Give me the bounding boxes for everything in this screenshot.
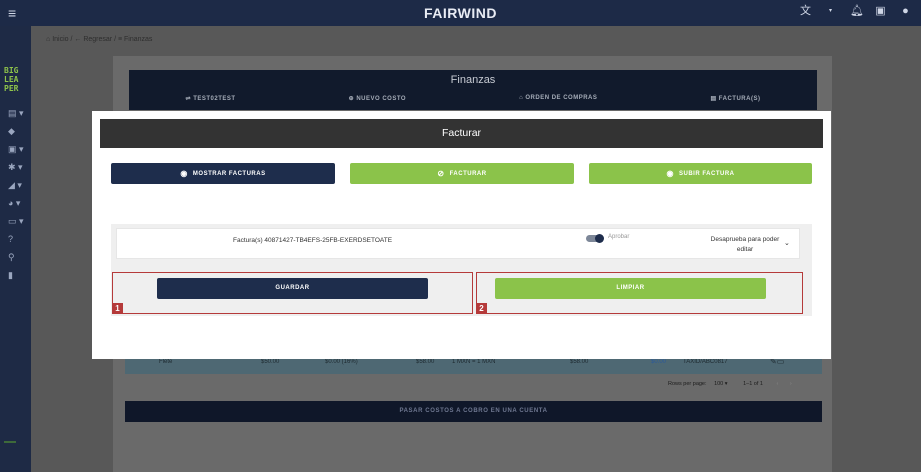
bell-icon[interactable]: 🔔︎	[850, 6, 864, 17]
tab-orden-de-compras[interactable]: ⌂ ORDEN DE COMPRAS	[519, 95, 597, 102]
guardar-button[interactable]: GUARDAR	[157, 278, 428, 299]
home-icon: ⌂	[46, 36, 51, 43]
marker-2: 2	[476, 303, 487, 314]
tab-facturas[interactable]: ▤ FACTURA(S)	[710, 95, 760, 102]
table-cell: $0.00	[651, 359, 667, 365]
desaprueba-label: Desaprueba para poder editar	[710, 236, 780, 253]
invoice-panel: Factura(s) 40871427-TB4EFS-25FB-EXERDSET…	[111, 224, 812, 316]
guardar-zone: GUARDAR 1	[112, 272, 473, 314]
limpiar-button[interactable]: LIMPIAR	[495, 278, 766, 299]
translate-icon[interactable]: 文	[800, 6, 811, 17]
table-cell: Flete	[159, 359, 173, 365]
help-icon[interactable]: ?	[8, 233, 26, 245]
breadcrumb-current: Finanzas	[124, 36, 153, 43]
brand-logo: BIG LEA PER	[4, 66, 19, 93]
sidebar: BIG LEA PER ▤ ▾ ◆ ▣ ▾ ✱ ▾ ◢ ▾ ◕ ▾ ▭ ▾ ? …	[0, 26, 31, 472]
aprobar-toggle[interactable]	[586, 234, 604, 243]
table-pagination: Rows per page: 100 ▾ 1–1 of 1 ‹ ›	[668, 381, 792, 387]
finanzas-title: Finanzas	[450, 74, 496, 86]
aprobar-label: Aprobar	[608, 234, 630, 240]
chevron-down-icon[interactable]: ⌄	[784, 239, 790, 247]
finance-icon: ≡	[117, 36, 123, 43]
app-brand: FAIRWIND	[424, 5, 497, 21]
tab-test02test[interactable]: ⇌ TEST02TEST	[186, 95, 236, 102]
mostrar-facturas-button[interactable]: ◉ MOSTRAR FACTURAS	[111, 163, 335, 184]
facturar-button[interactable]: ⊘ FACTURAR	[350, 163, 574, 184]
breadcrumb: ⌂ Inicio / ← Regresar / ≡ Finanzas	[46, 36, 153, 43]
pagination-range: 1–1 of 1	[743, 381, 763, 387]
finanzas-header: Finanzas ⇌ TEST02TEST ⊕ NUEVO COSTO ⌂ OR…	[129, 70, 817, 110]
chevron-down-icon[interactable]: ▾	[825, 6, 836, 17]
sidebar-footer-mark	[4, 441, 16, 443]
search-icon[interactable]: ⚲	[8, 251, 26, 263]
table-cell: $58.00	[570, 359, 589, 365]
eye-icon: ◉	[180, 168, 188, 178]
back-arrow-icon: ←	[74, 36, 82, 43]
marker-1: 1	[112, 303, 123, 314]
next-page-icon[interactable]: ›	[790, 381, 792, 387]
stopwatch-icon[interactable]: ◕ ▾	[8, 197, 26, 209]
rows-per-page-label: Rows per page:	[668, 381, 707, 387]
map-icon[interactable]: ▮	[8, 269, 26, 281]
chat-icon[interactable]: ▣	[875, 6, 886, 17]
account-icon[interactable]: ●	[900, 6, 911, 17]
card-icon[interactable]: ▭ ▾	[8, 215, 26, 227]
topbar-actions: 文 ▾ 🔔︎ ▣ ●	[800, 6, 911, 17]
invoice-label: Factura(s) 40871427-TB4EFS-25FB-EXERDSET…	[233, 237, 393, 244]
eye-off-icon: ⊘	[437, 168, 445, 178]
top-app-bar: ≡ FAIRWIND 文 ▾ 🔔︎ ▣ ●	[0, 0, 921, 26]
table-cell: 1 MXN = 1 MXN	[452, 359, 496, 365]
invoice-line: Factura(s) 40871427-TB4EFS-25FB-EXERDSET…	[116, 228, 800, 259]
eye-icon: ◉	[666, 168, 674, 178]
pasar-costos-button[interactable]: PASAR COSTOS A COBRO EN UNA CUENTA	[125, 401, 822, 422]
invoice-icon[interactable]: ▤ ▾	[8, 107, 26, 119]
dialog-title: Facturar	[100, 119, 823, 148]
facturar-dialog: Facturar ◉ MOSTRAR FACTURAS ⊘ FACTURAR ◉…	[92, 111, 831, 359]
subir-factura-button[interactable]: ◉ SUBIR FACTURA	[589, 163, 812, 184]
table-cell: $0.00 (16%)	[325, 359, 358, 365]
table-cell: $58.00	[416, 359, 435, 365]
truck-icon[interactable]: ◢ ▾	[8, 179, 26, 191]
breadcrumb-home[interactable]: Inicio	[52, 36, 68, 43]
breadcrumb-back[interactable]: Regresar	[83, 36, 112, 43]
prev-page-icon[interactable]: ‹	[777, 381, 779, 387]
tag-icon[interactable]: ◆	[8, 125, 26, 137]
person-icon[interactable]: ✱ ▾	[8, 161, 26, 173]
tab-nuevo-costo[interactable]: ⊕ NUEVO COSTO	[349, 95, 406, 102]
id-card-icon[interactable]: ▣ ▾	[8, 143, 26, 155]
table-cell: TAXID/ABC0817	[683, 359, 728, 365]
limpiar-zone: LIMPIAR 2	[476, 272, 803, 314]
table-cell: $50.00	[261, 359, 280, 365]
rows-per-page-select[interactable]: 100	[714, 381, 723, 387]
